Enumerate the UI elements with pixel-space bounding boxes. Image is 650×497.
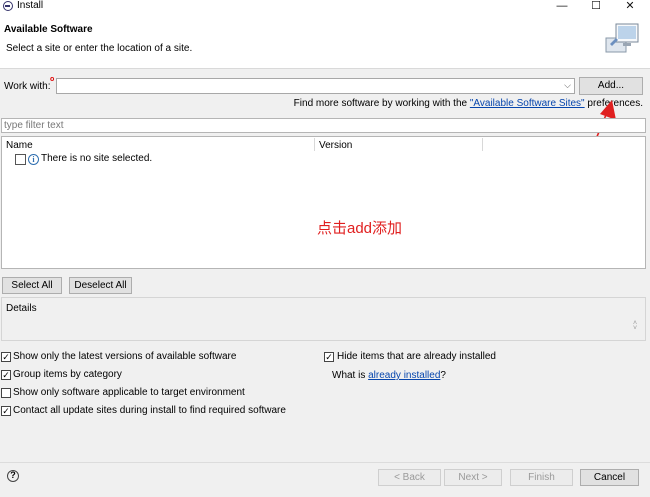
eclipse-app-icon xyxy=(3,1,13,11)
close-button[interactable]: ✕ xyxy=(620,0,640,12)
annotation-text: 点击add添加 xyxy=(317,220,403,237)
column-divider[interactable] xyxy=(482,138,483,151)
cancel-button[interactable]: Cancel xyxy=(580,469,639,486)
show-latest-checkbox[interactable]: ✓ xyxy=(1,352,11,362)
column-divider[interactable] xyxy=(314,138,315,151)
info-icon: i xyxy=(28,154,39,165)
footer-divider xyxy=(0,462,650,463)
install-wizard-icon xyxy=(605,23,639,53)
group-by-category-checkbox[interactable]: ✓ xyxy=(1,370,11,380)
column-header-name[interactable]: Name xyxy=(6,140,33,151)
wizard-header xyxy=(0,12,650,69)
target-environment-checkbox[interactable] xyxy=(1,388,11,398)
row-checkbox[interactable] xyxy=(15,154,26,165)
what-is-suffix: ? xyxy=(440,370,446,381)
page-title: Available Software xyxy=(4,24,93,35)
column-header-version[interactable]: Version xyxy=(319,140,352,151)
filter-input[interactable]: type filter text xyxy=(1,118,646,133)
already-installed-link[interactable]: already installed xyxy=(368,370,440,381)
minimize-button[interactable]: — xyxy=(552,0,572,12)
work-with-combo[interactable]: ⌵ xyxy=(56,78,575,94)
back-button[interactable]: < Back xyxy=(378,469,441,486)
find-more-prefix: Find more software by working with the xyxy=(293,98,470,109)
window-title: Install xyxy=(17,0,44,11)
hide-installed-checkbox[interactable]: ✓ xyxy=(324,352,334,362)
details-label: Details xyxy=(6,303,37,314)
help-icon[interactable]: ? xyxy=(7,470,19,482)
contact-sites-label: Contact all update sites during install … xyxy=(13,405,286,416)
show-latest-label: Show only the latest versions of availab… xyxy=(13,351,237,362)
what-is-installed-text: What is already installed? xyxy=(332,370,446,381)
maximize-button[interactable]: ☐ xyxy=(586,0,606,12)
work-with-label: Work with: xyxy=(4,81,51,92)
details-scroll-arrows[interactable]: ˄ ˅ xyxy=(633,320,637,332)
page-subtitle: Select a site or enter the location of a… xyxy=(6,43,193,54)
deselect-all-button[interactable]: Deselect All xyxy=(69,277,132,294)
required-field-marker: o xyxy=(50,76,55,83)
next-button[interactable]: Next > xyxy=(444,469,502,486)
table-row-message: There is no site selected. xyxy=(41,153,153,164)
target-environment-label: Show only software applicable to target … xyxy=(13,387,245,398)
group-by-category-label: Group items by category xyxy=(13,369,122,380)
details-area xyxy=(1,297,646,341)
what-is-prefix: What is xyxy=(332,370,369,381)
contact-sites-checkbox[interactable]: ✓ xyxy=(1,406,11,416)
finish-button[interactable]: Finish xyxy=(510,469,573,486)
select-all-button[interactable]: Select All xyxy=(2,277,62,294)
hide-installed-label: Hide items that are already installed xyxy=(337,351,496,362)
